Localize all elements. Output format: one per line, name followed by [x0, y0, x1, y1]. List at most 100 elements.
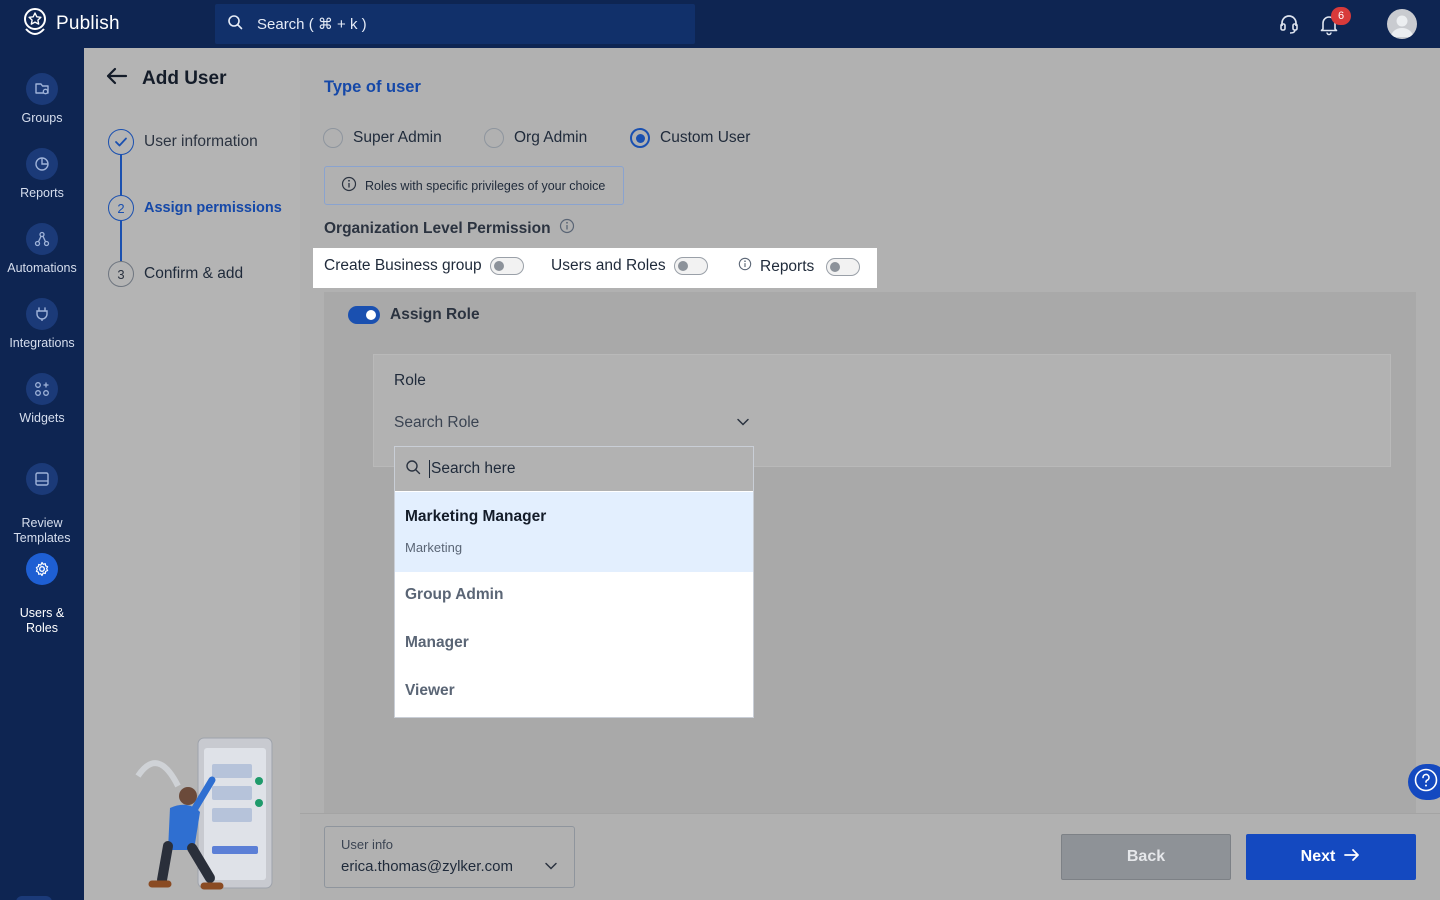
radio-label: Custom User	[660, 129, 751, 146]
step-user-information[interactable]: User information	[108, 129, 258, 155]
publish-logo-icon	[22, 7, 48, 42]
type-of-user-title: Type of user	[324, 78, 421, 96]
user-type-info-note: Roles with specific privileges of your c…	[324, 166, 624, 205]
question-mark-icon	[1413, 767, 1439, 798]
reports-icon	[26, 148, 58, 180]
info-note-text: Roles with specific privileges of your c…	[365, 178, 606, 193]
role-option-name: Manager	[405, 634, 469, 651]
nav-item-reports[interactable]: Reports	[0, 148, 84, 201]
nav-item-review-templates[interactable]: Review Templates	[0, 448, 84, 546]
nav-label-integrations: Integrations	[9, 336, 75, 350]
step-label: Confirm & add	[144, 265, 244, 282]
step-label: User information	[144, 133, 258, 150]
nav-item-widgets[interactable]: Widgets	[0, 373, 84, 426]
role-option-marketing-manager[interactable]: Marketing Manager Marketing	[395, 492, 753, 572]
radio-label: Org Admin	[514, 129, 588, 146]
radio-button[interactable]	[484, 128, 504, 148]
step-number: 2	[108, 195, 134, 221]
role-option-name: Marketing Manager	[405, 508, 547, 525]
step-confirm-add[interactable]: 3 Confirm & add	[108, 261, 243, 287]
role-select[interactable]: Search Role	[394, 410, 750, 436]
app-name: Publish	[56, 13, 120, 34]
role-option-viewer[interactable]: Viewer	[395, 682, 753, 700]
role-dropdown: Search here Marketing Manager Marketing …	[394, 446, 754, 718]
toggle-switch[interactable]	[673, 257, 708, 275]
step-connector	[120, 155, 122, 195]
user-info-label: User info	[341, 837, 394, 852]
step-connector	[120, 221, 122, 261]
user-info-value-row: erica.thomas@zylker.com	[341, 858, 558, 875]
nav-item-integrations[interactable]: Integrations	[0, 298, 84, 351]
permission-reports[interactable]: Reports	[738, 257, 861, 276]
app-brand[interactable]: Publish	[22, 7, 120, 42]
step-number: 3	[108, 261, 134, 287]
toggle-switch[interactable]	[826, 257, 861, 276]
search-icon	[405, 459, 421, 480]
expand-sidebar-button[interactable]	[16, 896, 52, 900]
radio-super-admin[interactable]: Super Admin	[323, 128, 442, 148]
radio-org-admin[interactable]: Org Admin	[484, 128, 587, 148]
assign-role-label: Assign Role	[390, 306, 480, 323]
global-search-placeholder: Search ( ⌘ + k )	[257, 16, 367, 33]
nav-label-users-roles: Users & Roles	[19, 606, 65, 635]
text-caret	[429, 460, 430, 478]
permission-users-and-roles[interactable]: Users and Roles	[551, 257, 708, 275]
radio-button-selected[interactable]	[630, 128, 650, 148]
nav-item-automations[interactable]: Automations	[0, 223, 84, 276]
role-search-input[interactable]: Search here	[395, 447, 753, 491]
role-option-name: Viewer	[405, 682, 455, 699]
role-field-label: Role	[394, 372, 426, 389]
back-button[interactable]: Back	[1061, 834, 1231, 880]
role-option-group-admin[interactable]: Group Admin	[395, 586, 753, 604]
groups-icon	[26, 73, 58, 105]
user-info-email: erica.thomas@zylker.com	[341, 858, 513, 875]
gear-icon	[26, 553, 58, 585]
nav-item-users-roles[interactable]: Users & Roles	[0, 538, 84, 636]
assign-role-toggle[interactable]	[348, 306, 380, 324]
org-permission-title: Organization Level Permission	[324, 219, 551, 237]
permission-create-business-group[interactable]: Create Business group	[324, 257, 524, 275]
role-option-group: Marketing	[405, 540, 463, 555]
back-button-label: Back	[1126, 848, 1166, 865]
templates-icon	[26, 463, 58, 495]
nav-label-groups: Groups	[21, 111, 63, 125]
next-button[interactable]: Next	[1246, 834, 1416, 880]
permission-label: Users and Roles	[551, 257, 666, 274]
role-search-placeholder: Search here	[431, 460, 516, 477]
chevron-down-icon	[544, 858, 558, 875]
radio-label: Super Admin	[353, 129, 442, 146]
chevron-down-icon	[736, 414, 750, 432]
help-button[interactable]	[1408, 764, 1440, 800]
left-navigation: Groups Reports Automations Integrations …	[0, 48, 84, 900]
widgets-icon	[26, 373, 58, 405]
radio-custom-user[interactable]: Custom User	[630, 128, 750, 148]
org-permission-header: Organization Level Permission	[324, 218, 575, 239]
step-label: Assign permissions	[144, 200, 282, 216]
arrow-right-icon	[1343, 848, 1361, 867]
radio-button[interactable]	[323, 128, 343, 148]
nav-item-groups[interactable]: Groups	[0, 73, 84, 126]
info-icon[interactable]	[559, 218, 575, 239]
info-icon	[341, 176, 357, 195]
toggle-switch[interactable]	[489, 257, 524, 275]
role-option-name: Group Admin	[405, 586, 504, 603]
integrations-icon	[26, 298, 58, 330]
step-assign-permissions[interactable]: 2 Assign permissions	[108, 195, 282, 221]
checkmark-icon	[108, 129, 134, 155]
info-icon[interactable]	[738, 257, 752, 276]
permission-label: Create Business group	[324, 257, 482, 274]
headset-support-icon[interactable]	[1277, 12, 1301, 36]
role-option-manager[interactable]: Manager	[395, 634, 753, 652]
back-arrow-icon[interactable]	[104, 66, 128, 92]
role-select-placeholder: Search Role	[394, 414, 480, 431]
page-title: Add User	[142, 68, 227, 89]
org-permission-toggles: Create Business group Users and Roles Re…	[313, 248, 877, 288]
nav-label-reports: Reports	[20, 186, 64, 200]
user-info-select[interactable]: User info erica.thomas@zylker.com	[324, 826, 575, 888]
next-button-label: Next	[1300, 848, 1336, 865]
global-search[interactable]: Search ( ⌘ + k )	[215, 4, 695, 44]
permission-label: Reports	[760, 257, 815, 275]
top-bar: Publish Search ( ⌘ + k ) 6	[0, 0, 1440, 48]
user-avatar[interactable]	[1387, 9, 1417, 39]
assign-role-header: Assign Role	[348, 306, 480, 324]
